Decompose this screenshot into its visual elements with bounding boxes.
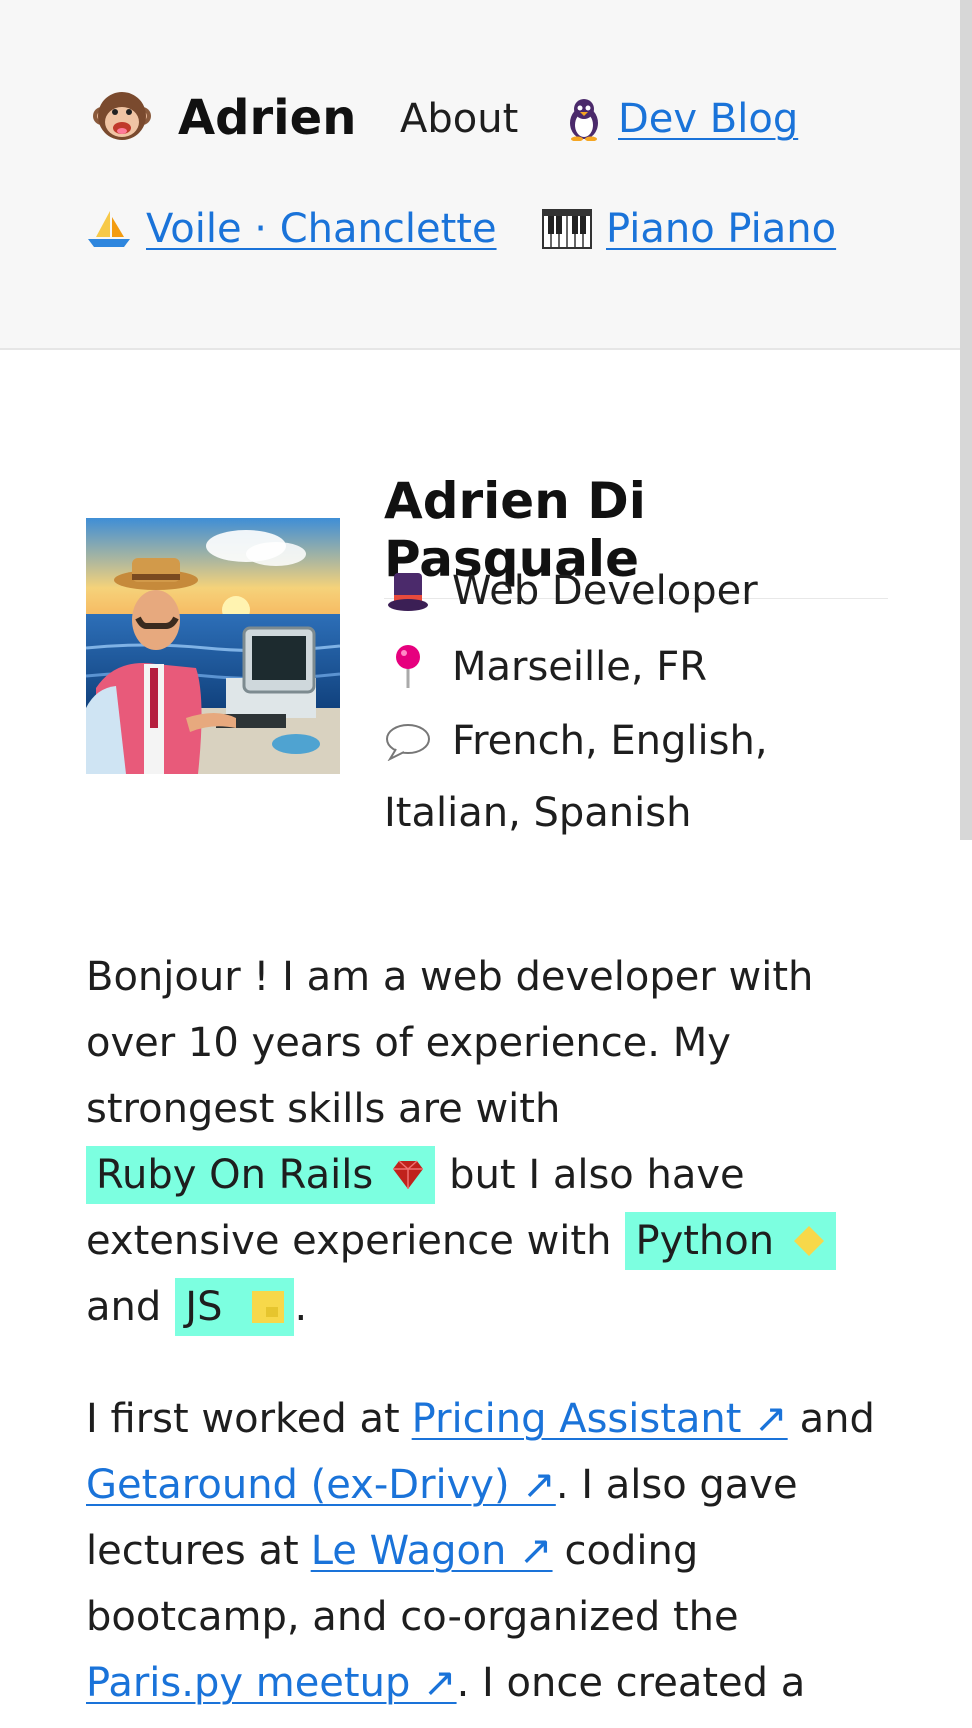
top-hat-icon — [384, 569, 432, 613]
intro-line-3: strongest skills are with — [86, 1086, 561, 1132]
js-label: JS — [185, 1284, 223, 1330]
work-line-5: Paris.py meetup ↗ . I once created a — [86, 1660, 805, 1706]
le-wagon-link[interactable]: Le Wagon ↗ — [311, 1528, 553, 1574]
speech-bubble-icon — [384, 721, 432, 761]
pushpin-icon — [384, 644, 432, 690]
work-line-1: I first worked at Pricing Assistant ↗ an… — [86, 1396, 875, 1442]
piano-keys-icon — [542, 209, 592, 249]
intro-line-4: Ruby On Rails but I also have — [86, 1146, 745, 1204]
intro-line-6-end: . — [294, 1284, 308, 1330]
js-square-icon — [252, 1291, 285, 1323]
nav-voile-link[interactable]: Voile · Chanclette — [86, 206, 497, 252]
intro-line-6: and JS . — [86, 1278, 307, 1336]
getaround-link[interactable]: Getaround (ex-Drivy) ↗ — [86, 1462, 556, 1508]
work-line-2-text: . I also gave — [555, 1462, 798, 1508]
intro-line-4-text: but I also have — [449, 1152, 745, 1198]
work-line-1-and: and — [799, 1396, 875, 1442]
intro-line-5: extensive experience with Python — [86, 1212, 837, 1270]
work-line-3: lectures at Le Wagon ↗ coding — [86, 1528, 698, 1574]
python-label: Python — [635, 1218, 775, 1264]
intro-line-1: Bonjour ! I am a web developer with — [86, 954, 814, 1000]
ruby-on-rails-tag: Ruby On Rails — [86, 1146, 436, 1204]
work-line-4: bootcamp, and co-organized the — [86, 1594, 739, 1640]
site-title[interactable]: Adrien — [178, 90, 356, 146]
scrollbar-track[interactable] — [960, 840, 972, 1728]
ruby-on-rails-label: Ruby On Rails — [96, 1152, 374, 1198]
work-line-2: Getaround (ex-Drivy) ↗ . I also gave — [86, 1462, 798, 1508]
nav-dev-blog-label: Dev Blog — [618, 96, 799, 142]
profile-avatar — [86, 518, 340, 774]
profile-location: Marseille, FR — [452, 644, 708, 690]
brand[interactable]: Adrien — [92, 88, 356, 148]
work-line-5-text: . I once created a — [456, 1660, 806, 1706]
intro-line-6-text: and — [86, 1284, 162, 1330]
profile-languages: French, English, — [452, 718, 768, 764]
nav-piano-link[interactable]: Piano Piano — [542, 206, 836, 252]
site-header: Adrien About Dev Blog Voile · Chanclette… — [0, 0, 960, 350]
scrollbar-thumb[interactable] — [960, 0, 972, 840]
work-line-3-end: coding — [564, 1528, 699, 1574]
paris-py-meetup-link[interactable]: Paris.py meetup ↗ — [86, 1660, 457, 1706]
work-line-3-text: lectures at — [86, 1528, 299, 1574]
intro-line-2: over 10 years of experience. My — [86, 1020, 731, 1066]
pricing-assistant-link[interactable]: Pricing Assistant ↗ — [412, 1396, 788, 1442]
ruby-gem-icon — [391, 1159, 425, 1191]
sailboat-icon — [86, 209, 132, 249]
nav-piano-label: Piano Piano — [606, 206, 837, 252]
penguin-icon — [564, 97, 604, 141]
profile-location-row: Marseille, FR — [384, 644, 707, 690]
work-line-1-text: I first worked at — [86, 1396, 400, 1442]
python-diamond-icon — [792, 1224, 826, 1258]
nav-dev-blog-link[interactable]: Dev Blog — [564, 96, 798, 142]
profile-languages-row: French, English, — [384, 718, 768, 764]
nav-about-link[interactable]: About — [400, 96, 518, 142]
intro-line-5-text: extensive experience with — [86, 1218, 612, 1264]
js-tag: JS — [175, 1278, 295, 1336]
python-tag: Python — [625, 1212, 837, 1270]
profile-job: Web Developer — [452, 568, 758, 614]
profile-languages-continued: Italian, Spanish — [384, 790, 692, 836]
profile-job-row: Web Developer — [384, 568, 758, 614]
nav-voile-label: Voile · Chanclette — [146, 206, 497, 252]
monkey-face-icon — [92, 88, 152, 148]
